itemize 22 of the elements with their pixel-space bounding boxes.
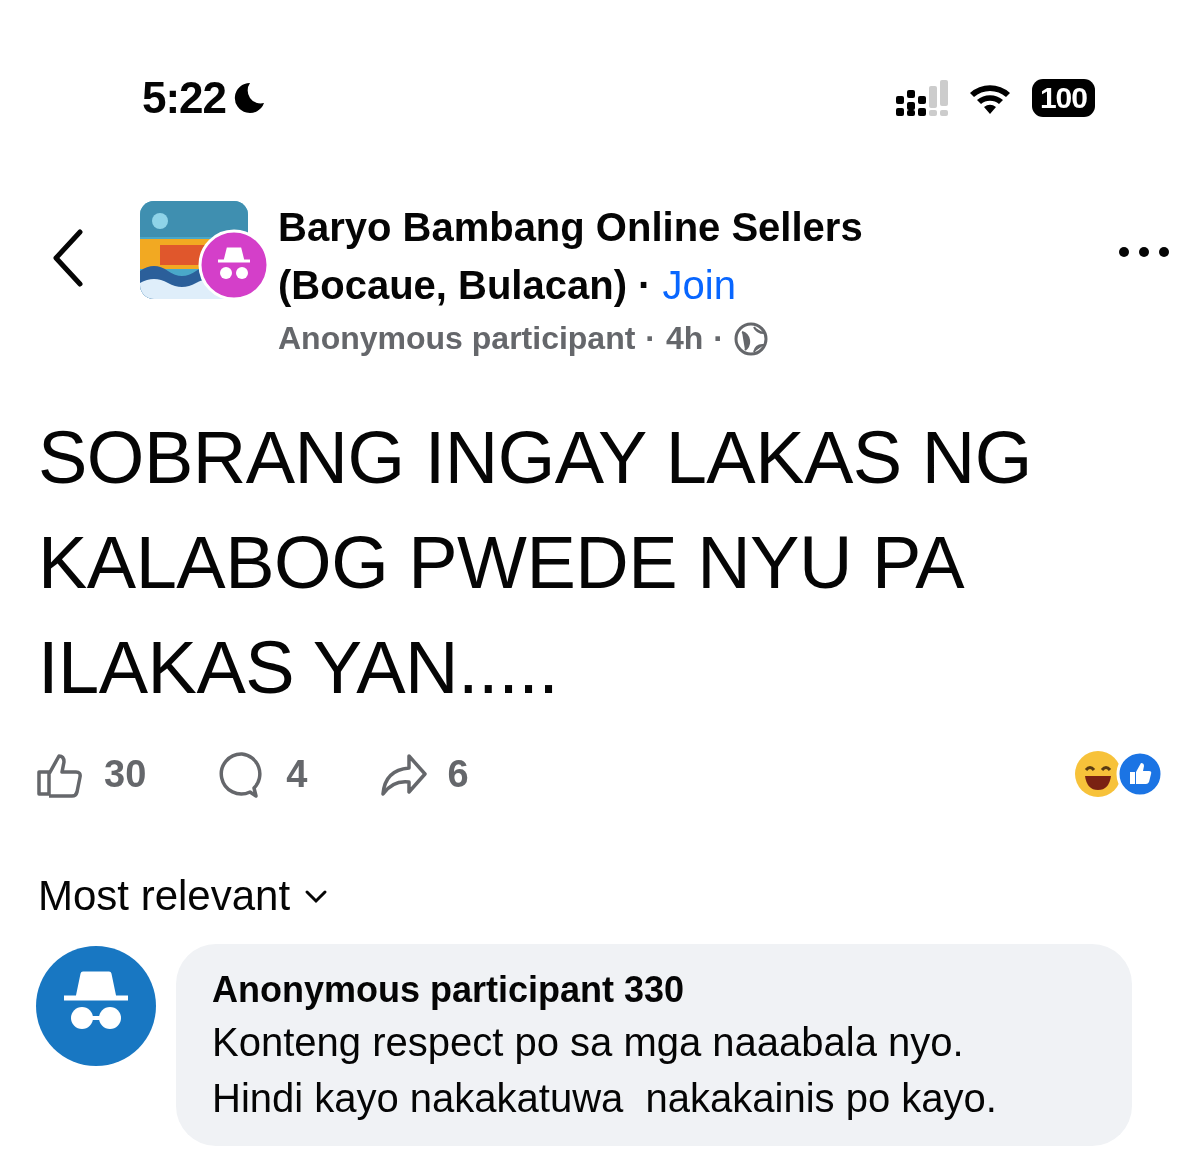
- sort-dropdown[interactable]: Most relevant: [38, 872, 1200, 920]
- anonymous-avatar-icon: [36, 946, 156, 1066]
- battery-indicator: 100: [1031, 79, 1095, 117]
- globe-icon: [734, 321, 768, 356]
- like-reaction-icon: [1116, 750, 1164, 798]
- status-time: 5:22: [142, 73, 227, 123]
- comment-author[interactable]: Anonymous participant 330: [212, 968, 1092, 1012]
- like-count[interactable]: 30: [104, 752, 147, 796]
- comment-count[interactable]: 4: [286, 752, 308, 796]
- post-text: SOBRANG INGAY LAKAS NG KALABOG PWEDE NYU PA ILAKAS YAN.....: [37, 415, 1033, 711]
- more-icon[interactable]: [1118, 246, 1170, 258]
- separator: ·: [713, 320, 724, 357]
- comment-text: Konteng respect po sa mga naaabala nyo. Hindi kayo nakakatuwa nakakainis po kayo.: [212, 1019, 998, 1122]
- group-title[interactable]: Baryo Bambang Online Sellers (Bocaue, Bulacan) · Join: [278, 198, 938, 314]
- post-author: Anonymous participant: [278, 320, 636, 357]
- post-age: 4h: [666, 320, 704, 357]
- join-link[interactable]: Join: [662, 263, 736, 307]
- chevron-down-icon[interactable]: [304, 888, 329, 904]
- anonymous-badge-icon: [198, 229, 270, 301]
- signal-icon: [895, 80, 948, 116]
- separator: ·: [645, 320, 656, 357]
- share-count[interactable]: 6: [447, 752, 469, 796]
